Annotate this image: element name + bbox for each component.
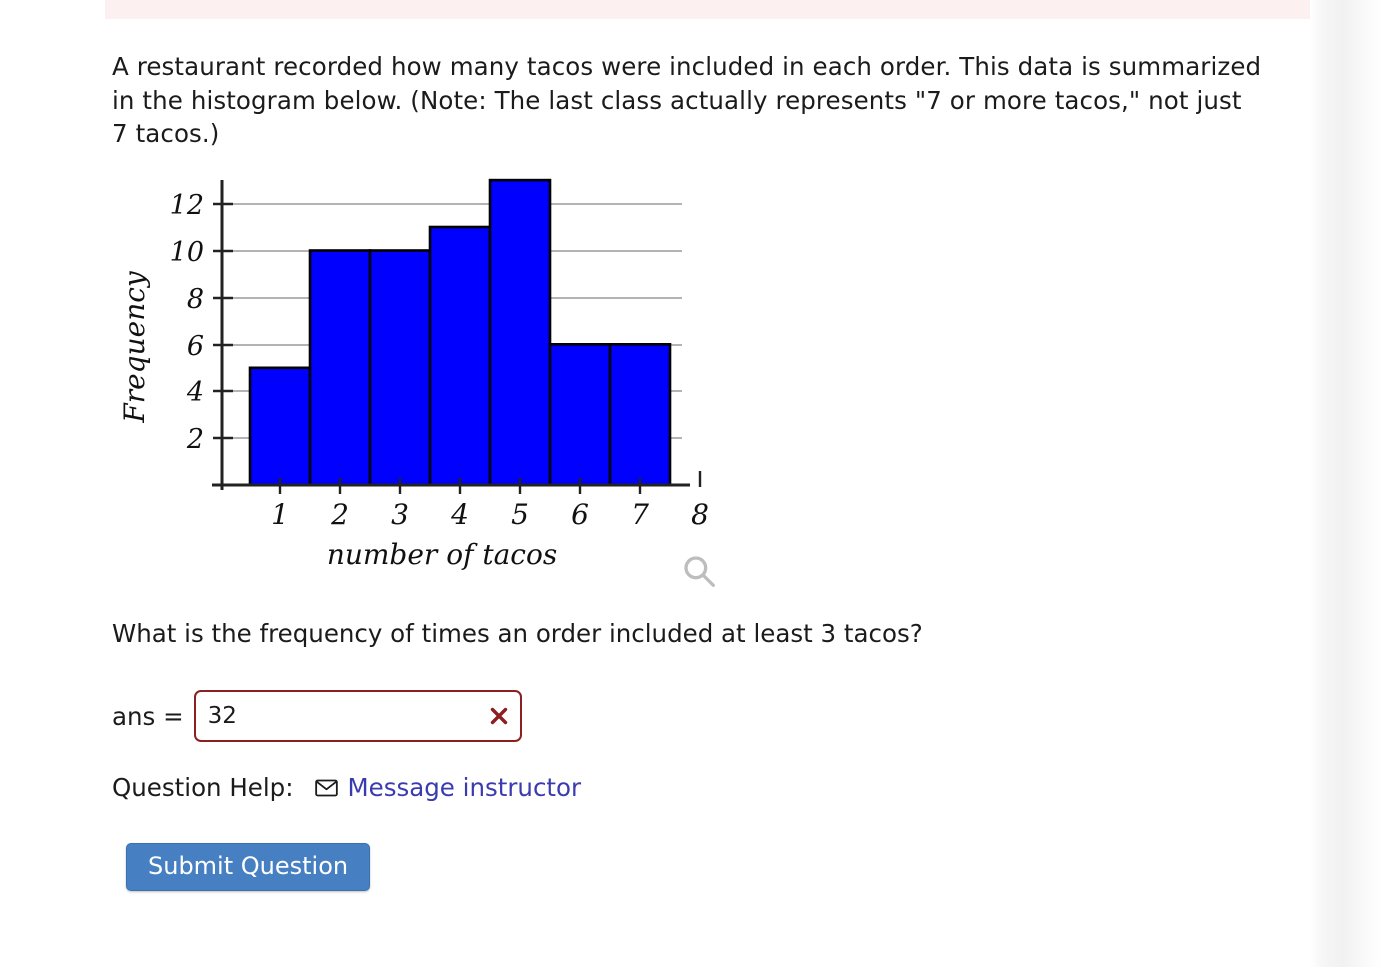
- answer-field-wrapper[interactable]: [193, 690, 522, 742]
- submit-question-button[interactable]: Submit Question: [126, 843, 371, 891]
- y-axis-title: Frequency: [118, 270, 151, 424]
- envelope-icon[interactable]: [315, 779, 339, 797]
- x-tick-label-7: 7: [631, 498, 649, 531]
- y-tick-label-6: 6: [187, 331, 204, 362]
- histogram-bars: [248, 178, 672, 487]
- y-tick-label-2: 2: [186, 424, 204, 455]
- sub-question-text: What is the frequency of times an order …: [112, 619, 923, 648]
- y-tick-label-8: 8: [187, 284, 204, 315]
- answer-input[interactable]: [195, 692, 520, 740]
- histogram-bar-3: [368, 249, 432, 487]
- top-status-banner: [105, 0, 1310, 19]
- histogram-figure: 2 4 6 8 10 12 1 2 3 4 5 6 7 8 number of …: [112, 172, 732, 592]
- y-tick-label-10: 10: [170, 237, 204, 268]
- x-tick-label-2: 2: [330, 498, 349, 531]
- x-tick-label-5: 5: [511, 498, 529, 531]
- histogram-bar-6: [548, 343, 612, 487]
- x-tick-label-3: 3: [391, 498, 409, 531]
- histogram-bar-7: [608, 343, 672, 487]
- message-instructor-link[interactable]: Message instructor: [347, 773, 581, 802]
- magnifier-icon[interactable]: [680, 552, 718, 590]
- page-shell: A restaurant recorded how many tacos wer…: [0, 0, 1382, 967]
- histogram-bar-4: [428, 225, 492, 487]
- page-edge-shadow: [1310, 0, 1382, 967]
- x-tick-label-4: 4: [450, 498, 469, 531]
- x-tick-label-6: 6: [571, 498, 589, 531]
- histogram-bar-2: [308, 249, 372, 487]
- histogram-chart: 2 4 6 8 10 12 1 2 3 4 5 6 7 8 number of …: [118, 178, 709, 571]
- y-tick-label-12: 12: [170, 190, 204, 221]
- question-prompt-text: A restaurant recorded how many tacos wer…: [112, 52, 1262, 148]
- x-tick-label-8: 8: [691, 498, 709, 531]
- question-help-row: Question Help: Message instructor: [112, 773, 581, 802]
- x-tick-label-1: 1: [271, 498, 289, 531]
- answer-label: ans =: [112, 701, 184, 731]
- histogram-bar-5: [488, 178, 552, 487]
- x-axis-title: number of tacos: [327, 538, 557, 571]
- question-help-label: Question Help:: [112, 773, 294, 802]
- histogram-bar-1: [248, 366, 312, 487]
- y-tick-label-4: 4: [186, 377, 204, 408]
- answer-row: ans =: [112, 690, 522, 742]
